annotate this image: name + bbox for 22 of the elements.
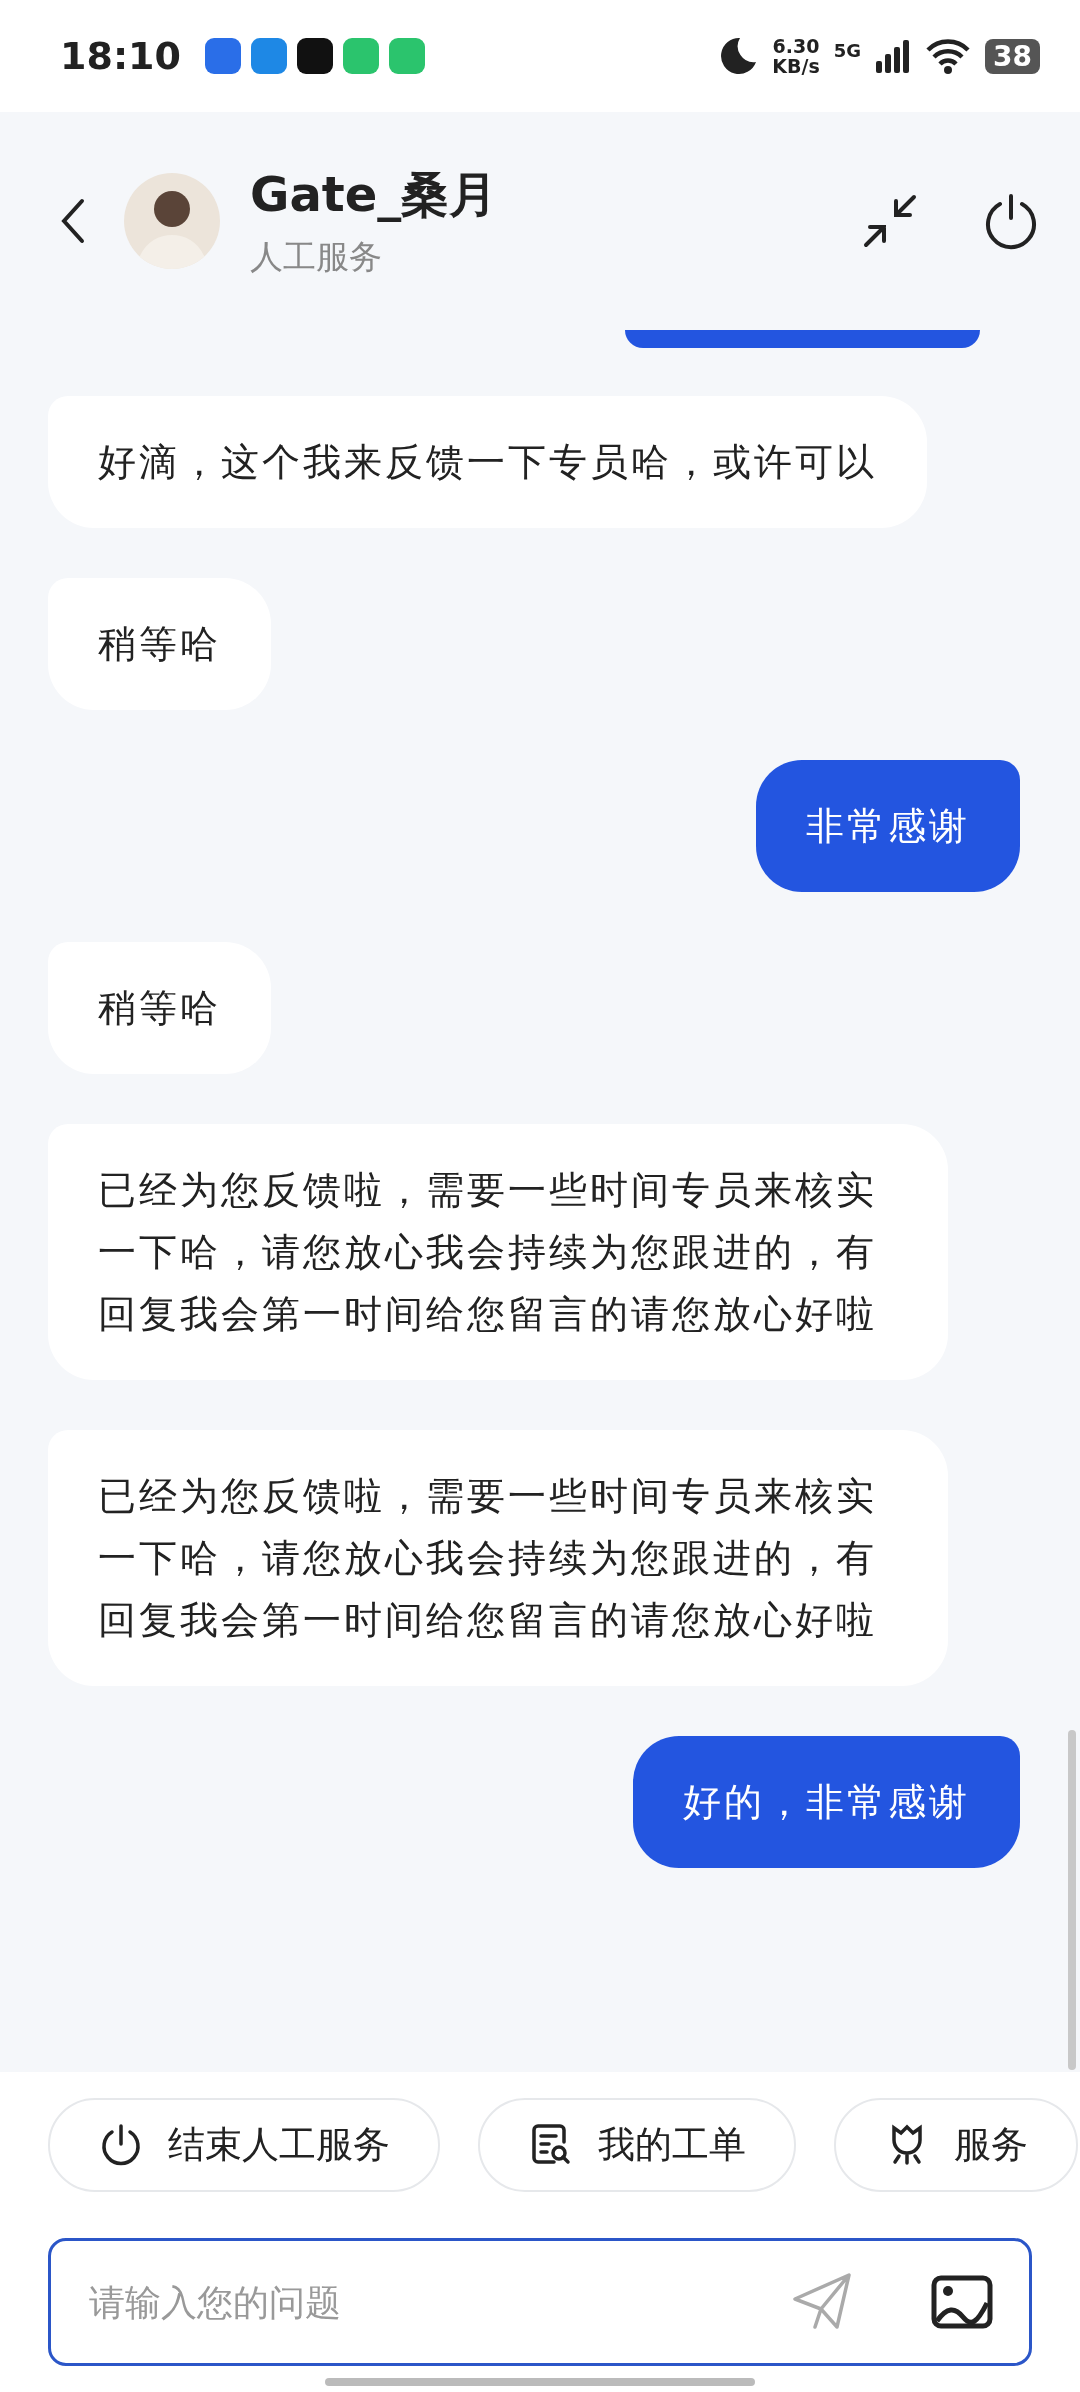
quick-action-chip[interactable]: 服务 — [834, 2098, 1078, 2192]
battery-level: 38 — [985, 38, 1040, 74]
moon-icon — [718, 36, 759, 76]
sent-message: 好的，非常感谢 — [633, 1736, 1020, 1868]
speed-unit: KB/s — [772, 56, 820, 76]
sent-message: 非常感谢 — [756, 760, 1020, 892]
network-speed: 6.30 — [772, 36, 820, 56]
signal-icon — [875, 39, 912, 73]
received-message: 稍等哈 — [48, 942, 271, 1074]
agent-name: Gate_桑月 — [250, 164, 498, 224]
received-message: 已经为您反馈啦，需要一些时间专员来核实一下哈，请您放心我会持续为您跟进的，有回复我会第一时间给您留言的请您放心好啦 — [48, 1124, 948, 1380]
image-icon[interactable] — [931, 2275, 993, 2329]
wifi-icon — [925, 38, 972, 74]
quick-action-chip[interactable]: 我的工单 — [478, 2098, 796, 2192]
quick-action-chip[interactable]: 结束人工服务 — [48, 2098, 440, 2192]
received-message: 稍等哈 — [48, 578, 271, 710]
status-time: 18:10 — [60, 34, 181, 78]
network-type: 5G — [833, 40, 862, 61]
received-message: 已经为您反馈啦，需要一些时间专员来核实一下哈，请您放心我会持续为您跟进的，有回复我会第一时间给您留言的请您放心好啦 — [48, 1430, 948, 1686]
agent-status: 人工服务 — [250, 235, 383, 278]
received-message: 好滴，这个我来反馈一下专员哈，或许可以 — [48, 396, 927, 528]
question-field[interactable]: 请输入您的问题 — [87, 2280, 791, 2324]
